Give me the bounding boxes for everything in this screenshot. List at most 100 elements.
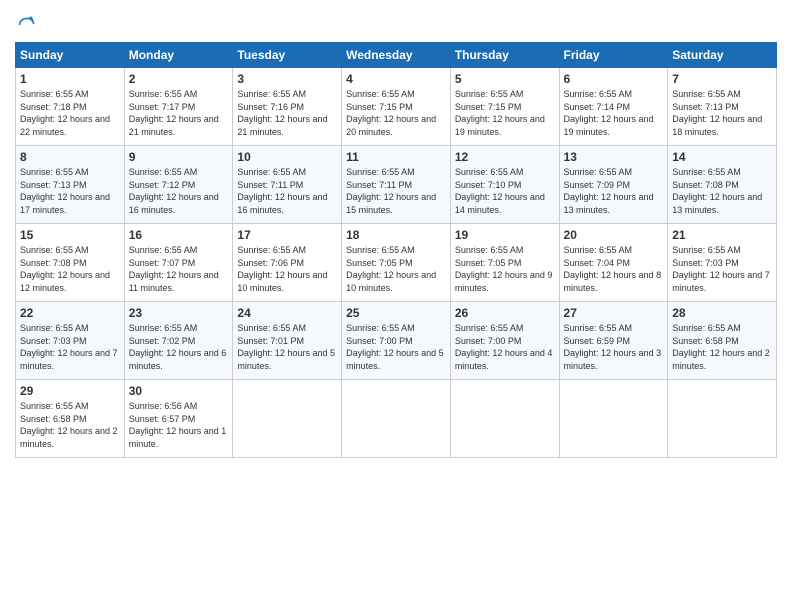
day-number: 19 — [455, 228, 555, 242]
calendar-cell: 9 Sunrise: 6:55 AMSunset: 7:12 PMDayligh… — [124, 146, 233, 224]
calendar-cell — [342, 380, 451, 458]
cell-info: Sunrise: 6:56 AMSunset: 6:57 PMDaylight:… — [129, 401, 227, 449]
day-number: 6 — [564, 72, 664, 86]
day-number: 17 — [237, 228, 337, 242]
page-header — [15, 10, 777, 36]
cell-info: Sunrise: 6:55 AMSunset: 7:16 PMDaylight:… — [237, 89, 327, 137]
day-number: 16 — [129, 228, 229, 242]
cell-info: Sunrise: 6:55 AMSunset: 6:59 PMDaylight:… — [564, 323, 662, 371]
calendar-cell: 7 Sunrise: 6:55 AMSunset: 7:13 PMDayligh… — [668, 68, 777, 146]
day-number: 2 — [129, 72, 229, 86]
calendar-cell: 20 Sunrise: 6:55 AMSunset: 7:04 PMDaylig… — [559, 224, 668, 302]
calendar-cell: 24 Sunrise: 6:55 AMSunset: 7:01 PMDaylig… — [233, 302, 342, 380]
calendar-cell: 14 Sunrise: 6:55 AMSunset: 7:08 PMDaylig… — [668, 146, 777, 224]
day-number: 27 — [564, 306, 664, 320]
cell-info: Sunrise: 6:55 AMSunset: 7:13 PMDaylight:… — [672, 89, 762, 137]
calendar-cell: 23 Sunrise: 6:55 AMSunset: 7:02 PMDaylig… — [124, 302, 233, 380]
col-friday: Friday — [559, 43, 668, 68]
col-monday: Monday — [124, 43, 233, 68]
calendar-week-row: 15 Sunrise: 6:55 AMSunset: 7:08 PMDaylig… — [16, 224, 777, 302]
cell-info: Sunrise: 6:55 AMSunset: 7:05 PMDaylight:… — [346, 245, 436, 293]
calendar-cell: 29 Sunrise: 6:55 AMSunset: 6:58 PMDaylig… — [16, 380, 125, 458]
page-container: Sunday Monday Tuesday Wednesday Thursday… — [0, 0, 792, 468]
calendar-cell: 27 Sunrise: 6:55 AMSunset: 6:59 PMDaylig… — [559, 302, 668, 380]
cell-info: Sunrise: 6:55 AMSunset: 7:14 PMDaylight:… — [564, 89, 654, 137]
day-number: 12 — [455, 150, 555, 164]
calendar-cell: 5 Sunrise: 6:55 AMSunset: 7:15 PMDayligh… — [450, 68, 559, 146]
day-number: 13 — [564, 150, 664, 164]
calendar-cell: 28 Sunrise: 6:55 AMSunset: 6:58 PMDaylig… — [668, 302, 777, 380]
cell-info: Sunrise: 6:55 AMSunset: 7:11 PMDaylight:… — [346, 167, 436, 215]
calendar-week-row: 1 Sunrise: 6:55 AMSunset: 7:18 PMDayligh… — [16, 68, 777, 146]
cell-info: Sunrise: 6:55 AMSunset: 7:06 PMDaylight:… — [237, 245, 327, 293]
calendar-header: Sunday Monday Tuesday Wednesday Thursday… — [16, 43, 777, 68]
cell-info: Sunrise: 6:55 AMSunset: 7:07 PMDaylight:… — [129, 245, 219, 293]
logo-icon — [15, 14, 37, 36]
cell-info: Sunrise: 6:55 AMSunset: 6:58 PMDaylight:… — [672, 323, 770, 371]
calendar-cell: 16 Sunrise: 6:55 AMSunset: 7:07 PMDaylig… — [124, 224, 233, 302]
cell-info: Sunrise: 6:55 AMSunset: 7:08 PMDaylight:… — [672, 167, 762, 215]
calendar-cell — [233, 380, 342, 458]
day-number: 7 — [672, 72, 772, 86]
calendar-cell: 30 Sunrise: 6:56 AMSunset: 6:57 PMDaylig… — [124, 380, 233, 458]
calendar-cell: 1 Sunrise: 6:55 AMSunset: 7:18 PMDayligh… — [16, 68, 125, 146]
calendar-cell: 26 Sunrise: 6:55 AMSunset: 7:00 PMDaylig… — [450, 302, 559, 380]
day-number: 5 — [455, 72, 555, 86]
calendar-cell: 17 Sunrise: 6:55 AMSunset: 7:06 PMDaylig… — [233, 224, 342, 302]
calendar-week-row: 29 Sunrise: 6:55 AMSunset: 6:58 PMDaylig… — [16, 380, 777, 458]
calendar-cell: 13 Sunrise: 6:55 AMSunset: 7:09 PMDaylig… — [559, 146, 668, 224]
day-number: 11 — [346, 150, 446, 164]
calendar-cell: 18 Sunrise: 6:55 AMSunset: 7:05 PMDaylig… — [342, 224, 451, 302]
cell-info: Sunrise: 6:55 AMSunset: 7:00 PMDaylight:… — [346, 323, 444, 371]
calendar-cell — [668, 380, 777, 458]
cell-info: Sunrise: 6:55 AMSunset: 7:05 PMDaylight:… — [455, 245, 553, 293]
calendar-cell: 15 Sunrise: 6:55 AMSunset: 7:08 PMDaylig… — [16, 224, 125, 302]
header-row: Sunday Monday Tuesday Wednesday Thursday… — [16, 43, 777, 68]
calendar-cell: 21 Sunrise: 6:55 AMSunset: 7:03 PMDaylig… — [668, 224, 777, 302]
calendar-cell: 3 Sunrise: 6:55 AMSunset: 7:16 PMDayligh… — [233, 68, 342, 146]
cell-info: Sunrise: 6:55 AMSunset: 7:01 PMDaylight:… — [237, 323, 335, 371]
day-number: 29 — [20, 384, 120, 398]
cell-info: Sunrise: 6:55 AMSunset: 7:15 PMDaylight:… — [455, 89, 545, 137]
calendar-week-row: 8 Sunrise: 6:55 AMSunset: 7:13 PMDayligh… — [16, 146, 777, 224]
day-number: 28 — [672, 306, 772, 320]
day-number: 1 — [20, 72, 120, 86]
calendar-cell: 19 Sunrise: 6:55 AMSunset: 7:05 PMDaylig… — [450, 224, 559, 302]
day-number: 25 — [346, 306, 446, 320]
calendar-cell: 25 Sunrise: 6:55 AMSunset: 7:00 PMDaylig… — [342, 302, 451, 380]
day-number: 21 — [672, 228, 772, 242]
day-number: 9 — [129, 150, 229, 164]
calendar-body: 1 Sunrise: 6:55 AMSunset: 7:18 PMDayligh… — [16, 68, 777, 458]
cell-info: Sunrise: 6:55 AMSunset: 7:15 PMDaylight:… — [346, 89, 436, 137]
day-number: 14 — [672, 150, 772, 164]
cell-info: Sunrise: 6:55 AMSunset: 7:17 PMDaylight:… — [129, 89, 219, 137]
cell-info: Sunrise: 6:55 AMSunset: 7:04 PMDaylight:… — [564, 245, 662, 293]
day-number: 20 — [564, 228, 664, 242]
cell-info: Sunrise: 6:55 AMSunset: 7:08 PMDaylight:… — [20, 245, 110, 293]
day-number: 3 — [237, 72, 337, 86]
day-number: 24 — [237, 306, 337, 320]
cell-info: Sunrise: 6:55 AMSunset: 7:18 PMDaylight:… — [20, 89, 110, 137]
col-saturday: Saturday — [668, 43, 777, 68]
calendar-cell: 4 Sunrise: 6:55 AMSunset: 7:15 PMDayligh… — [342, 68, 451, 146]
col-sunday: Sunday — [16, 43, 125, 68]
day-number: 30 — [129, 384, 229, 398]
calendar-cell: 2 Sunrise: 6:55 AMSunset: 7:17 PMDayligh… — [124, 68, 233, 146]
calendar-table: Sunday Monday Tuesday Wednesday Thursday… — [15, 42, 777, 458]
calendar-week-row: 22 Sunrise: 6:55 AMSunset: 7:03 PMDaylig… — [16, 302, 777, 380]
cell-info: Sunrise: 6:55 AMSunset: 7:13 PMDaylight:… — [20, 167, 110, 215]
col-tuesday: Tuesday — [233, 43, 342, 68]
cell-info: Sunrise: 6:55 AMSunset: 7:00 PMDaylight:… — [455, 323, 553, 371]
calendar-cell: 8 Sunrise: 6:55 AMSunset: 7:13 PMDayligh… — [16, 146, 125, 224]
day-number: 23 — [129, 306, 229, 320]
calendar-cell: 6 Sunrise: 6:55 AMSunset: 7:14 PMDayligh… — [559, 68, 668, 146]
logo — [15, 14, 39, 36]
cell-info: Sunrise: 6:55 AMSunset: 7:03 PMDaylight:… — [672, 245, 770, 293]
day-number: 15 — [20, 228, 120, 242]
day-number: 18 — [346, 228, 446, 242]
calendar-cell: 10 Sunrise: 6:55 AMSunset: 7:11 PMDaylig… — [233, 146, 342, 224]
cell-info: Sunrise: 6:55 AMSunset: 7:11 PMDaylight:… — [237, 167, 327, 215]
cell-info: Sunrise: 6:55 AMSunset: 7:12 PMDaylight:… — [129, 167, 219, 215]
cell-info: Sunrise: 6:55 AMSunset: 7:03 PMDaylight:… — [20, 323, 118, 371]
calendar-cell: 11 Sunrise: 6:55 AMSunset: 7:11 PMDaylig… — [342, 146, 451, 224]
